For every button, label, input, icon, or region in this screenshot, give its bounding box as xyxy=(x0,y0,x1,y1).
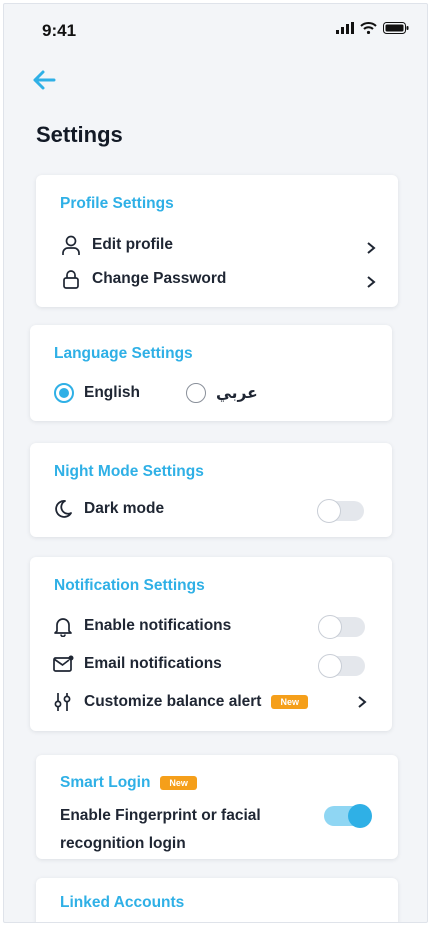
enable-notifications-label: Enable notifications xyxy=(84,617,232,634)
status-time: 9:41 xyxy=(42,21,77,40)
smart-login-toggle[interactable] xyxy=(324,804,372,828)
mail-icon xyxy=(53,655,74,672)
arabic-label: عربي xyxy=(216,384,258,402)
smart-login-line1: Enable Fingerprint or facial xyxy=(60,807,261,824)
arabic-radio[interactable] xyxy=(186,383,206,403)
smart-login-description: Enable Fingerprint or facial recognition… xyxy=(60,802,261,858)
night-mode-card: Night Mode Settings Dark mode xyxy=(30,443,392,537)
email-notifications-toggle[interactable] xyxy=(318,654,365,678)
language-option-english[interactable]: English xyxy=(54,379,140,407)
dark-mode-label: Dark mode xyxy=(84,500,165,517)
wifi-icon xyxy=(360,22,377,34)
phone-screen: 9:41 Settings Profile Settings Edit prof… xyxy=(3,3,428,923)
signal-icon xyxy=(336,22,354,34)
notification-settings-title: Notification Settings xyxy=(54,577,205,594)
email-notifications-label: Email notifications xyxy=(84,655,222,672)
smart-login-title: Smart Login xyxy=(60,774,151,791)
dark-mode-toggle[interactable] xyxy=(317,499,364,523)
smart-login-new-badge: New xyxy=(160,776,197,790)
status-icons xyxy=(336,22,409,34)
customize-balance-alert-chevron-icon xyxy=(358,696,367,708)
moon-icon xyxy=(55,500,72,518)
lock-icon xyxy=(63,270,79,289)
notification-settings-card: Notification Settings Enable notificatio… xyxy=(30,557,392,731)
profile-settings-title: Profile Settings xyxy=(60,195,174,212)
smart-login-header: Smart Login New xyxy=(60,774,197,792)
edit-profile-row[interactable]: Edit profile xyxy=(60,231,380,259)
dark-mode-row: Dark mode xyxy=(52,495,164,523)
enable-notifications-row: Enable notifications xyxy=(52,612,231,640)
language-settings-card: Language Settings English عربي xyxy=(30,325,392,421)
user-icon xyxy=(62,235,80,255)
bell-icon xyxy=(54,618,72,637)
sliders-icon xyxy=(54,693,71,711)
customize-balance-alert-label: Customize balance alert xyxy=(84,693,262,710)
enable-notifications-toggle[interactable] xyxy=(318,615,365,639)
page-title: Settings xyxy=(36,122,123,147)
english-label: English xyxy=(84,384,140,401)
email-notifications-row: Email notifications xyxy=(52,650,222,678)
edit-profile-label: Edit profile xyxy=(92,236,173,253)
change-password-label: Change Password xyxy=(92,270,227,287)
smart-login-line2: recognition login xyxy=(60,835,186,852)
linked-accounts-card: Linked Accounts xyxy=(36,878,398,922)
new-badge: New xyxy=(271,695,308,709)
battery-icon xyxy=(383,22,409,34)
smart-login-card: Smart Login New Enable Fingerprint or fa… xyxy=(36,755,398,859)
linked-accounts-title: Linked Accounts xyxy=(60,894,185,911)
customize-balance-alert-row[interactable]: Customize balance alert New xyxy=(52,688,308,716)
profile-settings-card: Profile Settings Edit profile Change Pas… xyxy=(36,175,398,307)
language-settings-title: Language Settings xyxy=(54,345,193,362)
english-radio[interactable] xyxy=(54,383,74,403)
status-bar: 9:41 xyxy=(4,4,427,54)
language-option-arabic[interactable]: عربي xyxy=(186,379,258,407)
edit-profile-chevron-icon xyxy=(367,242,376,254)
back-arrow-icon[interactable] xyxy=(30,66,58,94)
change-password-row[interactable]: Change Password xyxy=(60,265,380,293)
night-mode-title: Night Mode Settings xyxy=(54,463,204,480)
change-password-chevron-icon xyxy=(367,276,376,288)
